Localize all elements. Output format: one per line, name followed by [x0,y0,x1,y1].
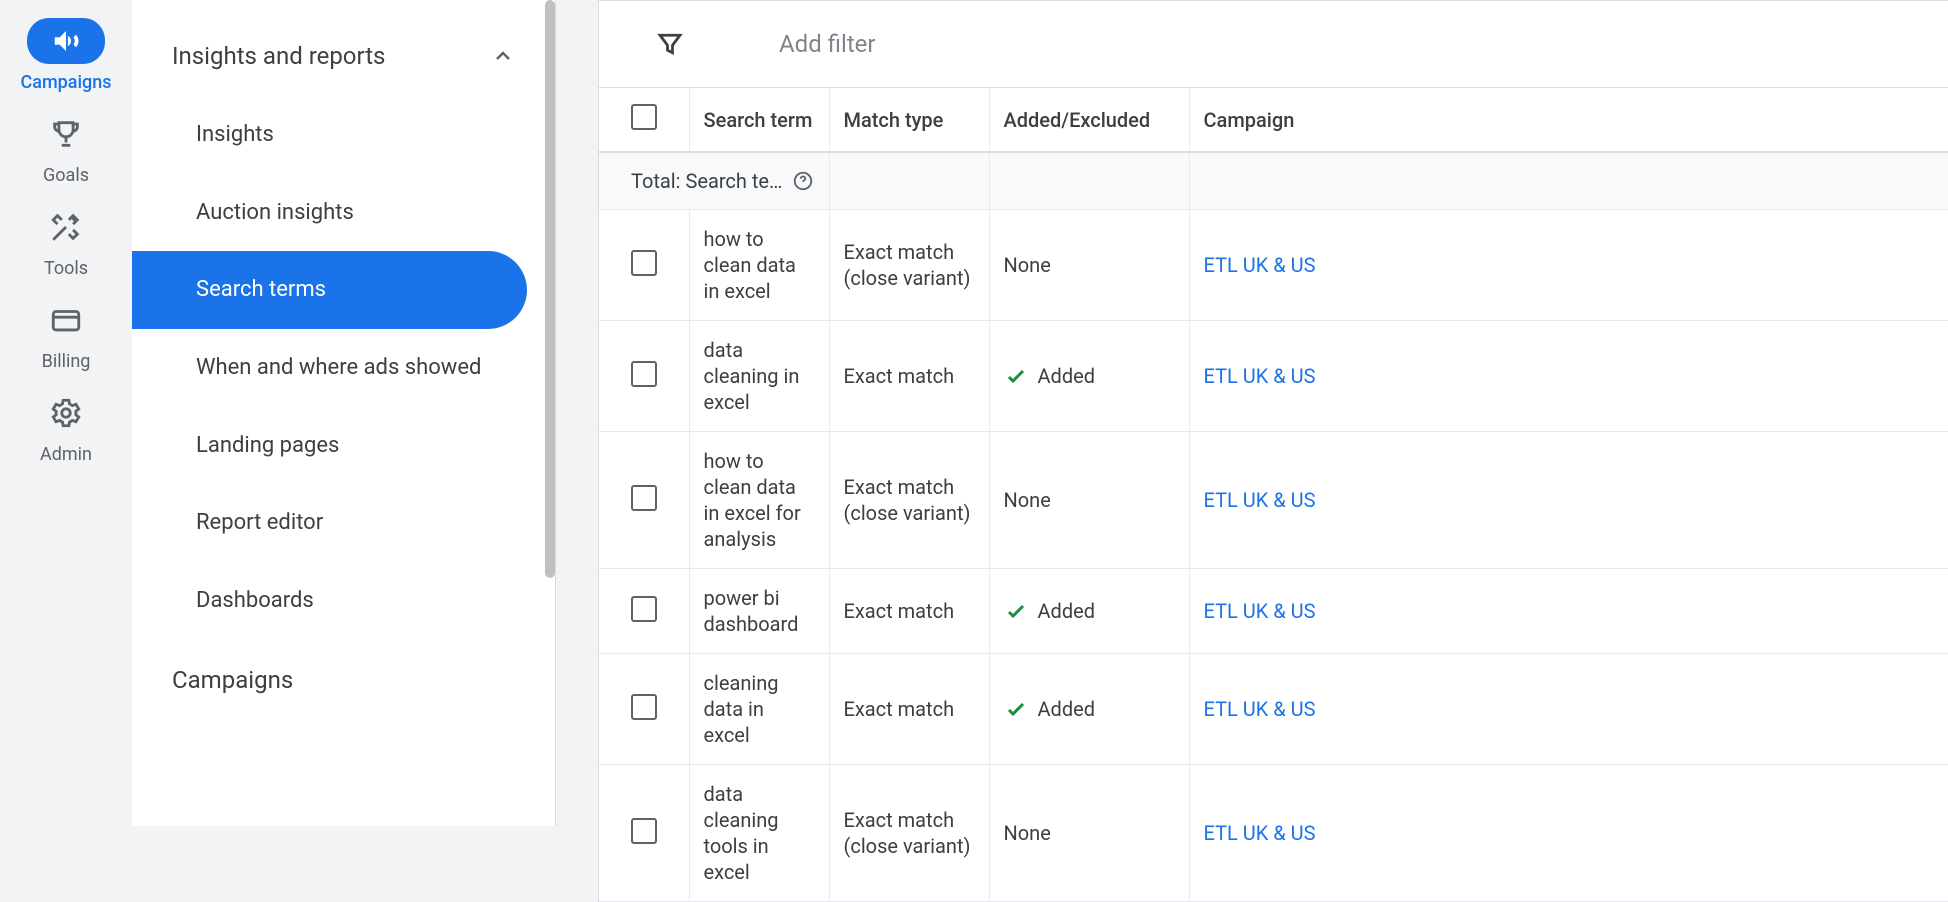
megaphone-icon [27,18,105,64]
row-checkbox[interactable] [631,818,657,844]
help-icon[interactable] [792,170,814,192]
sidebar-section-insights[interactable]: Insights and reports [132,24,555,88]
status-text: Added [1038,364,1096,388]
status-cell: Added [989,321,1189,432]
card-icon [27,297,105,343]
sidebar-scrollbar-thumb[interactable] [545,0,555,578]
nav-landing-pages[interactable]: Landing pages [132,407,527,485]
campaign-link[interactable]: ETL UK & US [1204,599,1316,623]
row-checkbox[interactable] [631,250,657,276]
search-term-cell: cleaning data in excel [689,654,829,765]
campaign-link[interactable]: ETL UK & US [1204,253,1316,277]
section-title: Insights and reports [172,42,385,70]
match-type-cell: Exact match (close variant) [829,765,989,902]
total-label: Total: Search te… [631,169,782,193]
trophy-icon [27,111,105,157]
total-row: Total: Search te… [599,152,1948,210]
nav-dashboards[interactable]: Dashboards [132,562,527,640]
rail-billing[interactable]: Billing [0,297,132,372]
header-added-excluded[interactable]: Added/Excluded [989,88,1189,152]
campaign-link[interactable]: ETL UK & US [1204,488,1316,512]
rail-tools[interactable]: Tools [0,204,132,279]
status-cell: None [989,210,1189,321]
search-term-cell: power bi dashboard [689,569,829,654]
rail-admin[interactable]: Admin [0,390,132,465]
status-cell: Added [989,654,1189,765]
check-icon [1004,364,1028,388]
status-cell: None [989,765,1189,902]
section-title-campaigns: Campaigns [172,666,293,694]
nav-list: Insights Auction insights Search terms W… [132,88,555,640]
main: Add filter Search term Match type Added/… [556,0,1948,826]
nav-when-where[interactable]: When and where ads showed [132,329,527,407]
sidebar-section-campaigns[interactable]: Campaigns [132,640,555,712]
table-row: how to clean data in excel for analysis … [599,432,1948,569]
icon-rail: Campaigns Goals Tools Billing Admin [0,0,132,826]
match-type-cell: Exact match [829,321,989,432]
rail-label-billing: Billing [42,351,91,372]
table-row: data cleaning tools in excel Exact match… [599,765,1948,902]
table-row: power bi dashboard Exact match Added ETL… [599,569,1948,654]
search-term-cell: how to clean data in excel [689,210,829,321]
chevron-up-icon [491,44,515,68]
check-icon [1004,697,1028,721]
match-type-cell: Exact match (close variant) [829,210,989,321]
status-cell: None [989,432,1189,569]
row-checkbox[interactable] [631,361,657,387]
row-checkbox[interactable] [631,694,657,720]
status-cell: Added [989,569,1189,654]
search-term-cell: how to clean data in excel for analysis [689,432,829,569]
nav-insights[interactable]: Insights [132,96,527,174]
search-terms-table: Search term Match type Added/Excluded Ca… [599,88,1948,902]
table-row: data cleaning in excel Exact match Added… [599,321,1948,432]
match-type-cell: Exact match [829,569,989,654]
rail-campaigns[interactable]: Campaigns [0,18,132,93]
table-row: cleaning data in excel Exact match Added… [599,654,1948,765]
search-term-cell: data cleaning tools in excel [689,765,829,902]
status-text: None [1004,488,1051,512]
search-term-cell: data cleaning in excel [689,321,829,432]
tools-icon [27,204,105,250]
nav-auction-insights[interactable]: Auction insights [132,174,527,252]
gear-icon [27,390,105,436]
sidebar: Insights and reports Insights Auction in… [132,0,556,826]
rail-goals[interactable]: Goals [0,111,132,186]
nav-report-editor[interactable]: Report editor [132,484,527,562]
header-match-type[interactable]: Match type [829,88,989,152]
sidebar-scrollbar[interactable] [545,0,555,826]
header-campaign[interactable]: Campaign [1189,88,1948,152]
filter-icon [655,29,685,59]
row-checkbox[interactable] [631,596,657,622]
filter-placeholder: Add filter [779,30,876,58]
check-icon [1004,599,1028,623]
campaign-link[interactable]: ETL UK & US [1204,364,1316,388]
status-text: Added [1038,697,1096,721]
rail-label-admin: Admin [40,444,92,465]
match-type-cell: Exact match [829,654,989,765]
row-checkbox[interactable] [631,485,657,511]
select-all-checkbox[interactable] [631,104,657,130]
campaign-link[interactable]: ETL UK & US [1204,821,1316,845]
match-type-cell: Exact match (close variant) [829,432,989,569]
table-row: how to clean data in excel Exact match (… [599,210,1948,321]
rail-label-tools: Tools [44,258,88,279]
panel: Add filter Search term Match type Added/… [598,0,1948,902]
campaign-link[interactable]: ETL UK & US [1204,697,1316,721]
status-text: None [1004,821,1051,845]
header-search-term[interactable]: Search term [689,88,829,152]
status-text: None [1004,253,1051,277]
filter-bar[interactable]: Add filter [599,1,1948,88]
nav-search-terms[interactable]: Search terms [132,251,527,329]
table-header-row: Search term Match type Added/Excluded Ca… [599,88,1948,152]
rail-label-goals: Goals [43,165,89,186]
rail-label-campaigns: Campaigns [20,72,111,93]
status-text: Added [1038,599,1096,623]
